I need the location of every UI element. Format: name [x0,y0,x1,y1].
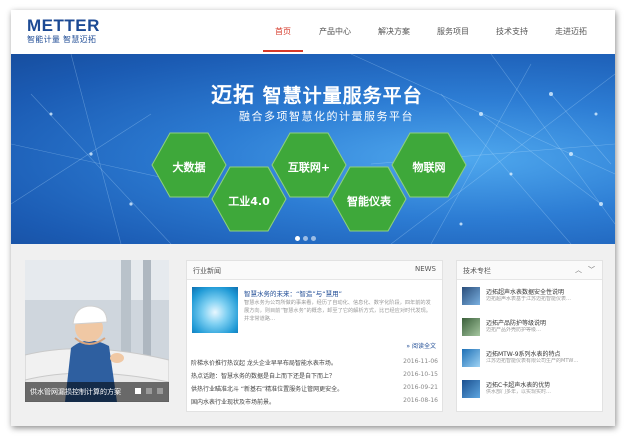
photo-pager-dot[interactable] [146,388,152,394]
worker-pipe-image [25,260,169,402]
photo-pager-dot[interactable] [157,388,163,394]
website-frame: METTER 智能计量 智慧迈拓 首页 产品中心 解决方案 服务项目 技术支持 … [11,10,615,426]
industry-news-panel: 行业新闻 NEWS 智慧水务的未来：“智造”与“慧用” 智慧水务为公司所做的事来… [186,260,443,412]
tech-item-desc: 迈拓产品外壳防护等级… [486,327,542,333]
chevron-up-icon[interactable]: ︿ [575,266,582,274]
tech-item[interactable]: 迈拓C卡超声水表的优势 供水部门多年，以实现实时… [462,378,598,406]
nav-products[interactable]: 产品中心 [305,10,365,54]
tech-column-panel: 技术专栏 ︿ ﹀ 迈拓超声水表数据安全性说明 迈拓超声水表基于江苏迈拓智能仪表…… [456,260,603,412]
chevron-down-icon[interactable]: ﹀ [588,266,595,274]
news-item-date: 2016-09-21 [403,384,438,391]
photo-pager-dot[interactable] [135,388,141,394]
tech-item[interactable]: 迈拓超声水表数据安全性说明 迈拓超声水表基于江苏迈拓智能仪表… [462,285,598,313]
banner-title: 迈拓 智慧计量服务平台 [211,79,423,109]
site-header: METTER 智能计量 智慧迈拓 首页 产品中心 解决方案 服务项目 技术支持 … [11,10,615,54]
hero-banner[interactable]: 迈拓 智慧计量服务平台 融合多项智慧化的计量服务平台 大数据 工业4.0 互联网… [11,54,615,244]
tech-item-title[interactable]: 迈拓超声水表数据安全性说明 [486,287,564,296]
tech-item-title[interactable]: 迈拓MTW-9系列水表的特点 [486,349,561,358]
news-item[interactable]: 热点话题：智慧水务的数据是自上而下还是自下而上？ 2016-10-15 [191,369,438,381]
tech-item-thumbnail [462,380,480,398]
featured-news-image[interactable] [192,287,238,333]
tech-item-title[interactable]: 迈拓产品防护等级说明 [486,318,546,327]
news-item-title[interactable]: 供热行业瞄准北斗 “新基石”精准位置服务让管网更安全。 [191,384,343,393]
tech-item[interactable]: 迈拓产品防护等级说明 迈拓产品外壳防护等级… [462,316,598,344]
tech-item-thumbnail [462,287,480,305]
content-area: 供水管网漏损控制计算的方案 行业新闻 NEWS 智慧水务的未来：“智造”与“慧用… [11,244,615,426]
news-item-title[interactable]: 国内水表行业现状及市场前景。 [191,397,275,406]
carousel-dot[interactable] [295,236,300,241]
news-heading: 行业新闻 [193,267,221,275]
main-nav: 首页 产品中心 解决方案 服务项目 技术支持 走进迈拓 [261,10,601,54]
tech-item-thumbnail [462,349,480,367]
featured-news-text: 智慧水务为公司所做的事来看，经历了自动化、信息化、数字化阶段，四年前的发展方向，… [244,300,431,322]
logo-slogan: 智能计量 智慧迈拓 [27,35,97,44]
news-item-title[interactable]: 阶梯水价推行热议起 龙头企业早早布局智能水表市场。 [191,358,337,367]
photo-caption: 供水管网漏损控制计算的方案 [25,382,169,402]
hexagon-label-iot: 物联网 [412,161,446,174]
carousel-dots [295,236,316,241]
tech-item-desc: 迈拓超声水表基于江苏迈拓智能仪表… [486,296,572,302]
nav-services[interactable]: 服务项目 [423,10,483,54]
news-item-date: 2016-11-06 [403,358,438,365]
tech-item-desc: 供水部门多年，以实现实时… [486,389,552,395]
news-item-title[interactable]: 热点话题：智慧水务的数据是自上而下还是自下而上？ [191,371,335,380]
nav-support[interactable]: 技术支持 [483,10,541,54]
news-item[interactable]: 阶梯水价推行热议起 龙头企业早早布局智能水表市场。 2016-11-06 [191,356,438,368]
tech-item-thumbnail [462,318,480,336]
banner-subtitle: 融合多项智慧化的计量服务平台 [239,110,414,123]
tech-header: 技术专栏 ︿ ﹀ [457,261,602,280]
logo[interactable]: METTER 智能计量 智慧迈拓 [27,17,100,45]
featured-photo[interactable]: 供水管网漏损控制计算的方案 [25,260,169,402]
featured-news-title[interactable]: 智慧水务的未来：“智造”与“慧用” [244,288,342,298]
tech-item[interactable]: 迈拓MTW-9系列水表的特点 江苏迈拓智能仪表有限公司生产的MTW… [462,347,598,375]
logo-name: METTER [27,16,100,35]
carousel-dot[interactable] [311,236,316,241]
banner-title-brand: 迈拓 [211,83,255,107]
nav-solutions[interactable]: 解决方案 [365,10,423,54]
photo-caption-text: 供水管网漏损控制计算的方案 [30,388,121,396]
news-header: 行业新闻 NEWS [187,261,442,280]
news-item-date: 2016-08-16 [403,397,438,404]
read-more-link[interactable]: » 阅读全文 [406,341,436,350]
news-item[interactable]: 国内水表行业现状及市场前景。 2016-08-16 [191,395,438,407]
news-item-date: 2016-10-15 [403,371,438,378]
news-item[interactable]: 供热行业瞄准北斗 “新基石”精准位置服务让管网更安全。 2016-09-21 [191,382,438,394]
news-heading-en[interactable]: NEWS [415,265,436,273]
tech-heading: 技术专栏 [463,267,491,275]
nav-home[interactable]: 首页 [261,10,305,54]
carousel-dot[interactable] [303,236,308,241]
tech-item-desc: 江苏迈拓智能仪表有限公司生产的MTW… [486,358,579,364]
banner-title-rest: 智慧计量服务平台 [262,85,423,107]
tech-item-title[interactable]: 迈拓C卡超声水表的优势 [486,380,550,389]
nav-about[interactable]: 走进迈拓 [541,10,601,54]
